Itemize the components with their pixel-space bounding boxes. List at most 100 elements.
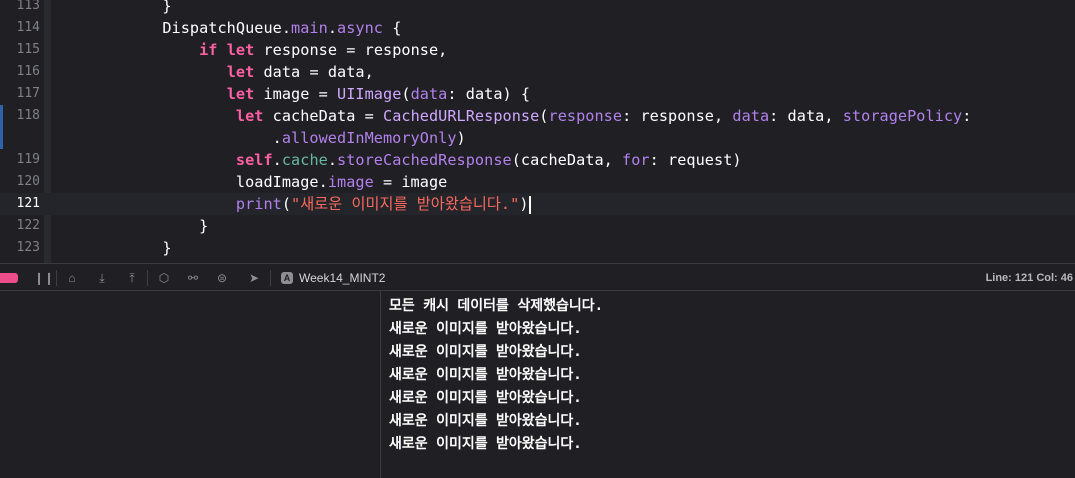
- code-token: .: [272, 151, 282, 169]
- code-token: : response,: [622, 107, 733, 125]
- step-into-icon[interactable]: ⤓: [94, 270, 110, 286]
- code-token: }: [52, 239, 172, 257]
- process-selector[interactable]: A Week14_MINT2: [281, 264, 385, 292]
- console-line: 새로운 이미지를 받아왔습니다.: [389, 367, 582, 383]
- code-text[interactable]: let data = data,: [52, 61, 374, 83]
- code-token: : data,: [769, 107, 843, 125]
- line-number: 113: [16, 0, 40, 13]
- code-text[interactable]: if let response = response,: [52, 39, 447, 61]
- code-token: :: [962, 107, 972, 125]
- line-number: 122: [16, 218, 40, 233]
- code-token: UIImage: [337, 85, 402, 103]
- code-line[interactable]: 117 let image = UIImage(data: data) {: [0, 83, 1075, 105]
- code-token: storeCachedResponse: [337, 151, 512, 169]
- code-text[interactable]: let image = UIImage(data: data) {: [52, 83, 530, 105]
- source-change-bar[interactable]: [0, 105, 3, 149]
- step-out-icon[interactable]: ⤒: [124, 270, 140, 286]
- line-number: 114: [16, 20, 40, 35]
- code-token: cacheData =: [263, 107, 383, 125]
- line-number: 121: [16, 196, 40, 211]
- code-line[interactable]: 116 let data = data,: [0, 61, 1075, 83]
- code-token: image =: [254, 85, 338, 103]
- code-token: loadImage.: [52, 173, 328, 191]
- code-token: : request): [649, 151, 742, 169]
- code-line[interactable]: 123 }: [0, 237, 1075, 259]
- line-number: 119: [16, 152, 40, 167]
- code-text[interactable]: }: [52, 237, 172, 259]
- debug-bar: ❙❙ ⌂ ⤓ ⤒ ⬡ ⚯ ⊜ ➤ A Week14_MINT2 Line: 12…: [0, 263, 1075, 291]
- code-line[interactable]: .allowedInMemoryOnly): [0, 127, 1075, 149]
- code-line[interactable]: 122 }: [0, 215, 1075, 237]
- code-text[interactable]: .allowedInMemoryOnly): [52, 127, 466, 149]
- code-token: if: [199, 41, 218, 59]
- line-indicator: Line: 121: [985, 272, 1034, 284]
- code-token: .: [327, 151, 338, 169]
- code-text[interactable]: loadImage.image = image: [52, 171, 447, 193]
- code-text[interactable]: print("새로운 이미지를 받아왔습니다."): [52, 193, 531, 215]
- pause-icon[interactable]: ❙❙: [34, 270, 54, 286]
- code-token: let: [226, 41, 255, 59]
- environment-overrides-icon[interactable]: ⊜: [214, 270, 230, 286]
- code-token: print: [235, 195, 282, 213]
- code-line[interactable]: 114 DispatchQueue.main.async {: [0, 17, 1075, 39]
- code-token: (: [539, 107, 549, 125]
- app-icon: A: [281, 272, 293, 284]
- view-hierarchy-icon[interactable]: ⬡: [156, 270, 172, 286]
- code-line[interactable]: 118 let cacheData = CachedURLResponse(re…: [0, 105, 1075, 127]
- code-token: .: [52, 129, 282, 147]
- line-number: 115: [16, 42, 40, 57]
- separator: [270, 270, 271, 286]
- breakpoints-toggle[interactable]: [0, 273, 18, 283]
- code-text[interactable]: let cacheData = CachedURLResponse(respon…: [52, 105, 972, 127]
- code-line[interactable]: 121 print("새로운 이미지를 받아왔습니다."): [0, 193, 1075, 215]
- code-token: response = response,: [254, 41, 448, 59]
- console-output[interactable]: 모든 캐시 데이터를 삭제했습니다. 새로운 이미지를 받아왔습니다. 새로운 이미…: [381, 291, 1075, 478]
- cursor-position: Line: 121 Col: 46: [986, 264, 1073, 292]
- code-token: DispatchQueue: [52, 19, 282, 37]
- line-number: 118: [16, 108, 40, 123]
- text-cursor: [528, 195, 531, 214]
- code-token: response: [548, 107, 623, 125]
- code-token: (cacheData,: [511, 151, 623, 169]
- memory-graph-icon[interactable]: ⚯: [185, 270, 201, 286]
- code-line[interactable]: 115 if let response = response,: [0, 39, 1075, 61]
- separator: [147, 270, 148, 286]
- code-token: image: [327, 173, 374, 191]
- code-token: (: [281, 195, 292, 213]
- code-line[interactable]: 119 self.cache.storeCachedResponse(cache…: [0, 149, 1075, 171]
- code-token: data: [410, 85, 448, 103]
- line-number: 117: [16, 86, 40, 101]
- code-editor[interactable]: 113 } 114 DispatchQueue.main.async {115 i…: [0, 0, 1075, 263]
- code-token: {: [383, 19, 402, 37]
- code-token: (: [401, 85, 411, 103]
- code-text[interactable]: }: [52, 215, 208, 237]
- code-token: }: [52, 0, 172, 15]
- variables-view[interactable]: [0, 291, 380, 478]
- code-line[interactable]: 113 }: [0, 0, 1075, 17]
- code-token: storagePolicy: [842, 107, 963, 125]
- code-token: let: [226, 85, 255, 103]
- code-token: let: [235, 107, 264, 125]
- code-token: cache: [281, 151, 328, 169]
- code-token: for: [622, 151, 650, 169]
- code-text[interactable]: DispatchQueue.main.async {: [52, 17, 401, 39]
- code-text[interactable]: }: [52, 0, 172, 17]
- simulate-location-icon[interactable]: ➤: [246, 270, 262, 286]
- code-token: .: [281, 19, 292, 37]
- code-text[interactable]: self.cache.storeCachedResponse(cacheData…: [52, 149, 742, 171]
- code-line[interactable]: 120 loadImage.image = image: [0, 171, 1075, 193]
- separator: [56, 270, 57, 286]
- console-line: 새로운 이미지를 받아왔습니다.: [389, 390, 582, 406]
- code-token: data: [732, 107, 770, 125]
- code-token: self: [235, 151, 273, 169]
- step-over-icon[interactable]: ⌂: [64, 270, 80, 286]
- console-line: 새로운 이미지를 받아왔습니다.: [389, 344, 582, 360]
- code-token: ): [519, 195, 529, 213]
- code-token: = image: [373, 173, 448, 191]
